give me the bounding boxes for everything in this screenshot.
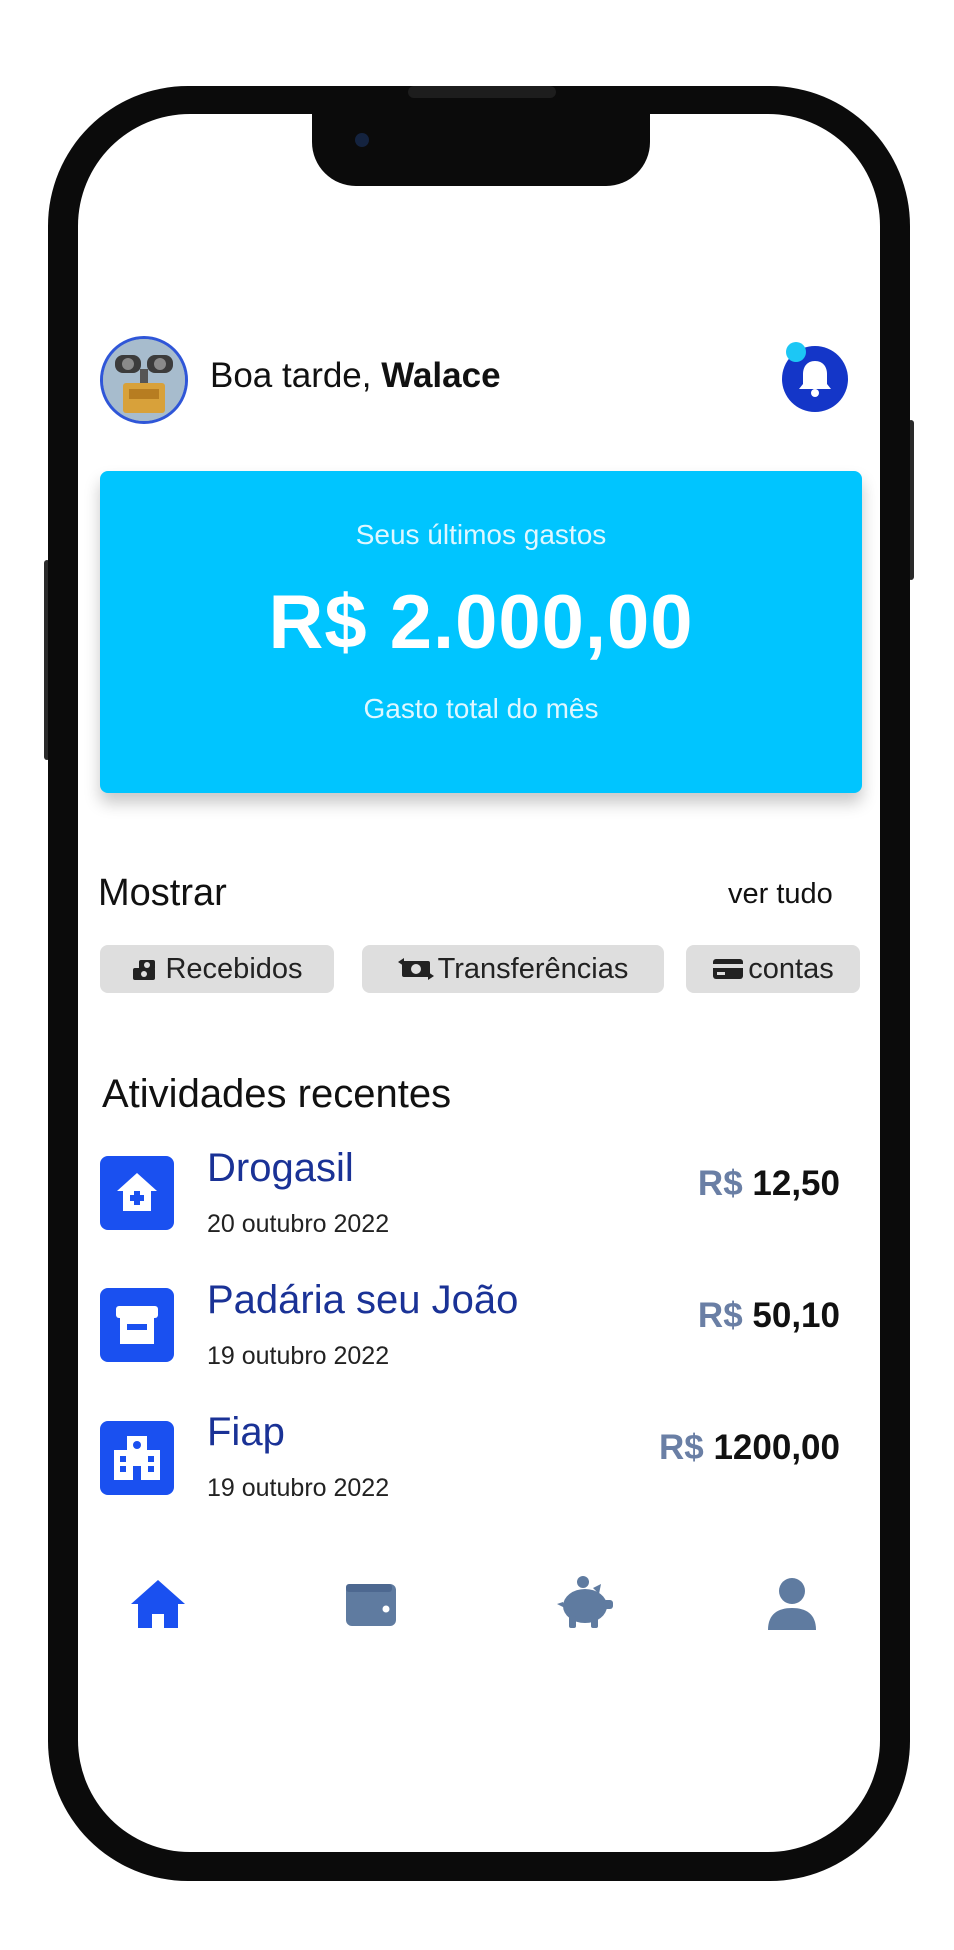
card-amount: R$ 2.000,00 bbox=[268, 580, 694, 665]
recent-activities-title: Atividades recentes bbox=[102, 1072, 452, 1116]
piggy-bank-icon bbox=[557, 1576, 613, 1628]
activity-value: 12,50 bbox=[752, 1164, 840, 1203]
avatar[interactable] bbox=[100, 336, 188, 424]
activity-icon-box bbox=[100, 1156, 174, 1230]
nav-profile-button[interactable] bbox=[762, 1574, 822, 1634]
filter-chip-label: Transferências bbox=[437, 952, 629, 985]
show-section-title: Mostrar bbox=[98, 872, 227, 914]
store-icon bbox=[116, 1306, 158, 1344]
activity-currency: R$ bbox=[697, 1164, 743, 1203]
filter-chip-recebidos[interactable]: Recebidos bbox=[100, 945, 334, 993]
expenses-summary-card[interactable]: Seus últimos gastos R$ 2.000,00 Gasto to… bbox=[100, 471, 862, 793]
nav-savings-button[interactable] bbox=[553, 1574, 613, 1634]
card-subtitle: Seus últimos gastos bbox=[355, 519, 607, 550]
activity-currency: R$ bbox=[658, 1428, 704, 1467]
activity-currency: R$ bbox=[697, 1296, 743, 1335]
activity-amount: R$ 50,10 bbox=[698, 1296, 840, 1336]
activity-value: 1200,00 bbox=[713, 1428, 840, 1467]
card-caption: Gasto total do mês bbox=[363, 693, 599, 724]
filter-chip-contas[interactable]: contas bbox=[686, 945, 860, 993]
activity-amount: R$ 12,50 bbox=[698, 1164, 840, 1204]
activity-name: Fiap bbox=[207, 1410, 285, 1454]
activity-date: 19 outubro 2022 bbox=[207, 1474, 390, 1502]
greeting-prefix: Boa tarde, bbox=[210, 356, 382, 395]
activity-amount: R$ 1200,00 bbox=[659, 1428, 840, 1468]
see-all-link[interactable]: ver tudo bbox=[728, 878, 833, 911]
nav-wallet-button[interactable] bbox=[341, 1574, 401, 1634]
activity-name: Padária seu João bbox=[207, 1278, 519, 1322]
pharmacy-icon bbox=[117, 1173, 157, 1211]
greeting-text: Boa tarde, Walace bbox=[210, 356, 501, 396]
filter-chip-transferencias[interactable]: Transferências bbox=[362, 945, 664, 993]
activity-icon-box bbox=[100, 1421, 174, 1495]
notification-badge bbox=[786, 342, 806, 362]
speaker-grille bbox=[408, 86, 556, 98]
front-camera bbox=[355, 133, 369, 147]
filter-chip-label: contas bbox=[748, 952, 834, 985]
bell-icon bbox=[799, 361, 831, 397]
activity-value: 50,10 bbox=[752, 1296, 840, 1335]
credit-card-icon bbox=[713, 959, 744, 979]
money-hand-icon bbox=[133, 960, 156, 980]
user-name: Walace bbox=[381, 356, 501, 395]
activity-date: 19 outubro 2022 bbox=[207, 1342, 390, 1370]
home-icon bbox=[131, 1580, 185, 1628]
filter-chip-label: Recebidos bbox=[165, 952, 303, 985]
wallet-icon bbox=[346, 1584, 396, 1626]
nav-home-button[interactable] bbox=[128, 1574, 188, 1634]
activity-date: 20 outubro 2022 bbox=[207, 1210, 390, 1238]
school-icon bbox=[114, 1436, 160, 1480]
activity-icon-box bbox=[100, 1288, 174, 1362]
user-icon bbox=[768, 1578, 816, 1630]
activity-name: Drogasil bbox=[207, 1146, 354, 1190]
money-transfer-icon bbox=[397, 958, 434, 980]
notification-button[interactable] bbox=[782, 342, 848, 412]
phone-notch bbox=[312, 112, 650, 186]
